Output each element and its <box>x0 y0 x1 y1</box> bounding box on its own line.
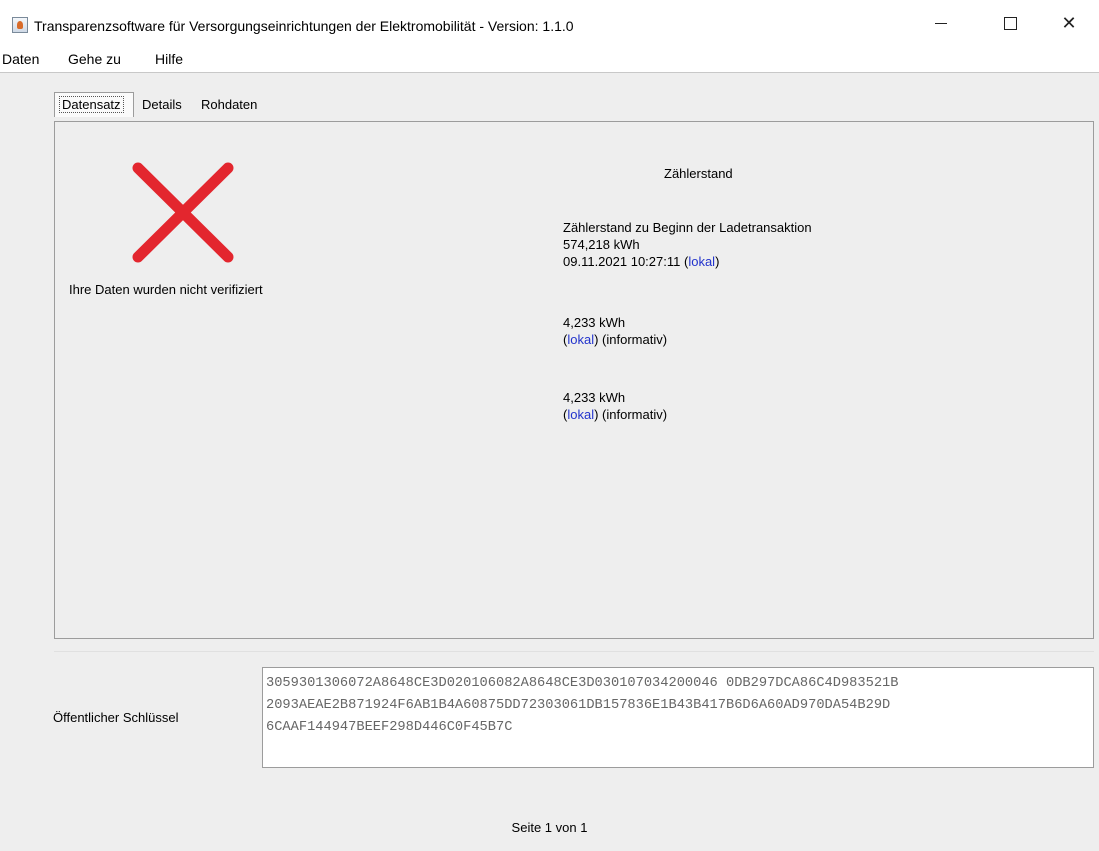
meter-entry: 4,233 kWh (lokal) (informativ) <box>563 314 667 348</box>
java-app-icon <box>12 17 28 33</box>
meter-entry: 4,233 kWh (lokal) (informativ) <box>563 389 667 423</box>
page-indicator: Seite 1 von 1 <box>511 820 588 835</box>
application-window: Transparenzsoftware für Versorgungseinri… <box>0 0 1099 851</box>
public-key-label: Öffentlicher Schlüssel <box>53 710 179 725</box>
meter-start-link-wrap: (lokal) <box>683 254 720 269</box>
tab-details[interactable]: Details <box>138 93 186 117</box>
meter-start-block: Zählerstand zu Beginn der Ladetransaktio… <box>563 219 812 270</box>
meter-entry-value: 4,233 kWh <box>563 390 626 405</box>
tab-datensatz[interactable]: Datensatz <box>54 92 134 117</box>
public-key-line: 3059301306072A8648CE3D020106082A8648CE3D… <box>266 676 899 691</box>
meter-start-value: 574,218 kWh <box>563 237 640 252</box>
maximize-icon <box>1003 16 1017 30</box>
meter-start-timestamp: 09.11.2021 10:27:11 <box>563 254 681 269</box>
tab-datensatz-label: Datensatz <box>59 96 124 113</box>
lokal-link[interactable]: lokal <box>567 332 594 347</box>
tab-rohdaten[interactable]: Rohdaten <box>197 93 261 117</box>
informative-note: (informativ) <box>602 407 668 422</box>
verification-message: Ihre Daten wurden nicht verifiziert <box>69 282 263 297</box>
lokal-link[interactable]: lokal <box>567 407 594 422</box>
meter-title: Zählerstand <box>664 166 733 181</box>
meter-entry-value: 4,233 kWh <box>563 315 626 330</box>
meter-entry-meta: (lokal) (informativ) <box>563 407 668 422</box>
lokal-link[interactable]: lokal <box>688 254 715 269</box>
public-key-line: 2093AEAE2B871924F6AB1B4A60875DD72303061D… <box>266 698 891 713</box>
maximize-button[interactable] <box>987 0 1033 46</box>
public-key-line: 6CAAF144947BEEF298D446C0F45B7C <box>266 720 513 735</box>
informative-note: (informativ) <box>602 332 668 347</box>
meter-start-time-row: 09.11.2021 10:27:11 (lokal) <box>563 253 812 270</box>
close-button[interactable]: ✕ <box>1046 0 1092 46</box>
menu-gehe-zu[interactable]: Gehe zu <box>68 51 121 67</box>
window-title: Transparenzsoftware für Versorgungseinri… <box>34 18 574 34</box>
menu-bar: Daten Gehe zu Hilfe <box>0 46 1099 73</box>
public-key-field[interactable]: 3059301306072A8648CE3D020106082A8648CE3D… <box>262 667 1094 768</box>
minimize-button[interactable] <box>918 0 964 46</box>
meter-start-label: Zählerstand zu Beginn der Ladetransaktio… <box>563 220 812 235</box>
menu-hilfe[interactable]: Hilfe <box>155 51 183 67</box>
title-bar[interactable]: Transparenzsoftware für Versorgungseinri… <box>0 0 1099 46</box>
menu-daten[interactable]: Daten <box>2 51 39 67</box>
verification-failed-icon <box>132 162 234 263</box>
meter-entry-meta: (lokal) (informativ) <box>563 332 668 347</box>
minimize-icon <box>935 22 947 24</box>
